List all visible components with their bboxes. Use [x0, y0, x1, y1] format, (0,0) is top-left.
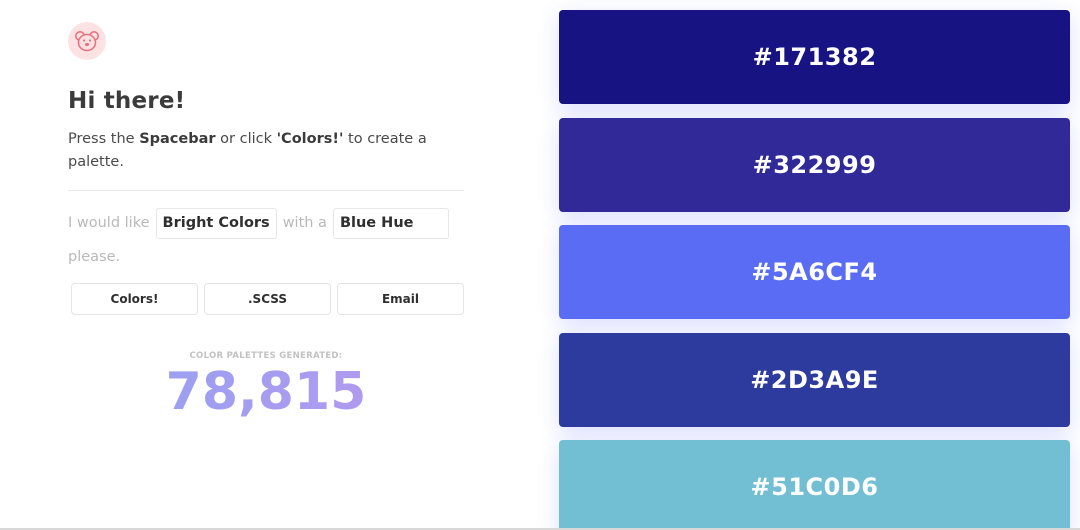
intro-colors-quote: 'Colors!': [276, 131, 344, 147]
intro-text: Press the Spacebar or click 'Colors!' to…: [68, 128, 464, 174]
preferences: I would like Bright Colors with a Blue H…: [68, 207, 464, 273]
swatch-hex: #51C0D6: [750, 473, 879, 501]
divider: [68, 190, 464, 191]
swatch-hex: #171382: [752, 43, 877, 71]
color-swatch[interactable]: #51C0D6: [559, 440, 1070, 530]
email-button[interactable]: Email: [337, 283, 464, 315]
palette-counter: COLOR PALETTES GENERATED: 78,815: [68, 351, 464, 421]
brightness-select[interactable]: Bright Colors: [155, 207, 277, 239]
palette-generator-page: Hi there! Press the Spacebar or click 'C…: [0, 0, 1080, 530]
counter-label: COLOR PALETTES GENERATED:: [189, 351, 343, 361]
please-label: please.: [68, 249, 121, 265]
color-swatch[interactable]: #2D3A9E: [559, 332, 1070, 427]
page-title: Hi there!: [68, 88, 186, 114]
swatch-hex: #5A6CF4: [751, 258, 878, 286]
counter-value: 78,815: [68, 363, 464, 421]
preferences-row: I would like Bright Colors with a Blue H…: [68, 207, 464, 239]
color-swatch[interactable]: #5A6CF4: [559, 225, 1070, 319]
intro-spacebar: Spacebar: [139, 131, 216, 147]
palette-swatches: #171382 #322999 #5A6CF4 #2D3A9E #51C0D6: [559, 10, 1070, 530]
scss-button[interactable]: .SCSS: [204, 283, 331, 315]
action-buttons: Colors! .SCSS Email: [68, 283, 464, 315]
intro-or-click: or click: [215, 131, 277, 147]
colors-button[interactable]: Colors!: [71, 283, 198, 315]
color-swatch[interactable]: #322999: [559, 117, 1070, 212]
swatch-hex: #2D3A9E: [750, 365, 879, 394]
koala-icon-graphic: [75, 31, 99, 52]
control-panel: Hi there! Press the Spacebar or click 'C…: [68, 22, 464, 421]
intro-press: Press the: [68, 131, 140, 147]
hue-select[interactable]: Blue Hue: [332, 207, 449, 239]
swatch-hex: #322999: [752, 150, 877, 179]
with-a-label: with a: [282, 215, 327, 231]
koala-icon: [68, 22, 106, 60]
color-swatch[interactable]: #171382: [559, 10, 1070, 104]
i-would-like-label: I would like: [68, 215, 150, 231]
